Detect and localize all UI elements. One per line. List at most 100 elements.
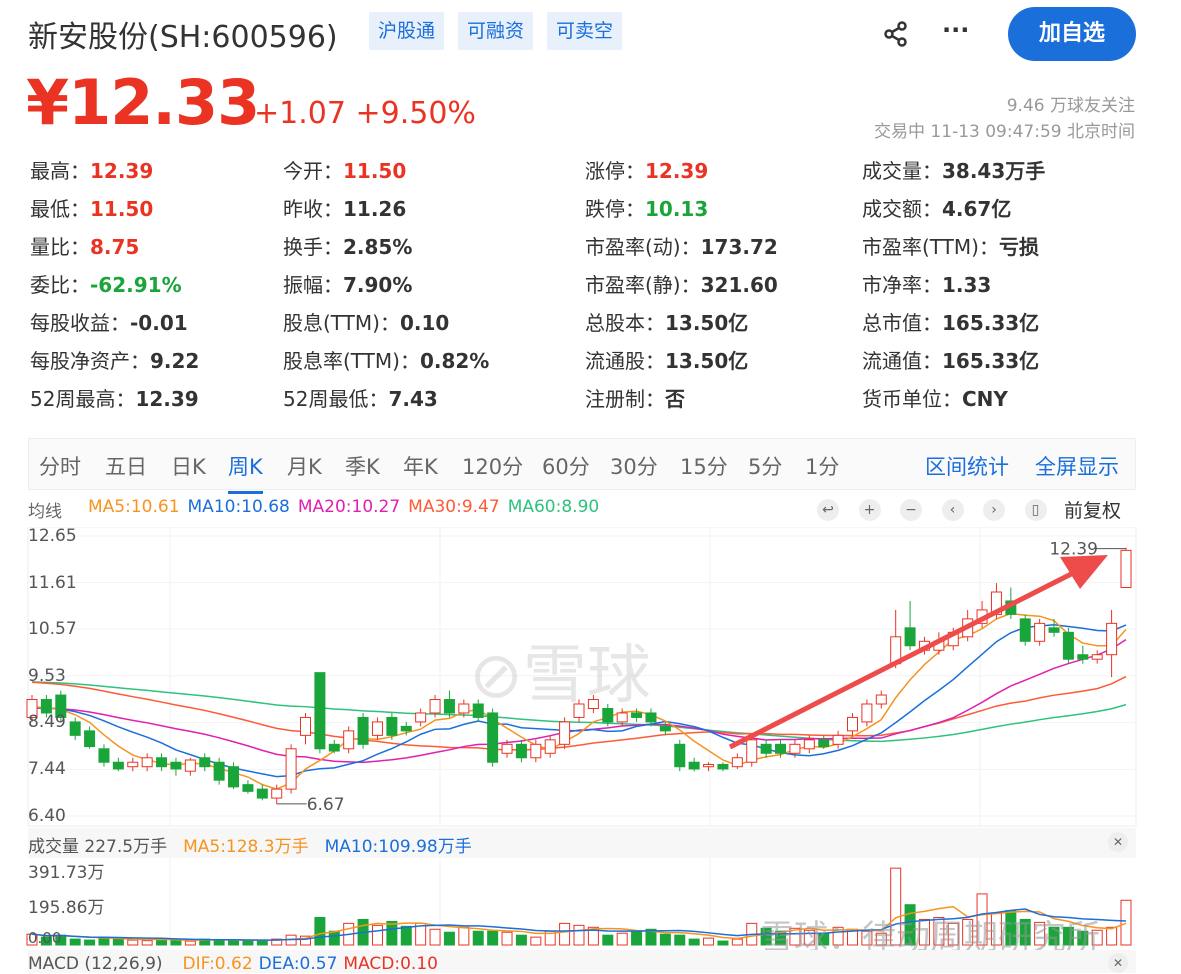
stat-label: 注册制： xyxy=(585,387,665,411)
stat-value: 0.82% xyxy=(419,349,490,373)
candle xyxy=(386,716,398,736)
tab-10[interactable]: 15分 xyxy=(680,451,728,481)
stat-label: 换手： xyxy=(283,235,343,259)
tab-0[interactable]: 分时 xyxy=(39,451,81,481)
stat-label: 委比： xyxy=(30,273,90,297)
volume-bar xyxy=(84,939,96,946)
tab-5[interactable]: 季K xyxy=(345,451,380,481)
stat-item: 流通值：165.33亿 xyxy=(862,345,1039,374)
candle xyxy=(544,739,556,754)
stat-item: 市盈率(动)：173.72 xyxy=(585,231,778,260)
ma-legend-item: MA60:8.90 xyxy=(507,497,600,517)
candle xyxy=(443,699,455,714)
candle xyxy=(1120,549,1132,589)
candle xyxy=(1106,622,1118,656)
candle xyxy=(717,763,729,770)
price-change: +1.07 +9.50% xyxy=(254,96,476,131)
tab-12[interactable]: 1分 xyxy=(805,451,839,481)
volume-bar xyxy=(314,916,326,946)
candle xyxy=(314,672,326,750)
tag-short[interactable]: 可卖空 xyxy=(547,12,623,50)
stat-value: 1.33 xyxy=(942,273,992,297)
stat-item: 市盈率(静)：321.60 xyxy=(585,269,778,298)
right-icon[interactable]: › xyxy=(983,499,1005,521)
volume-bar xyxy=(141,940,153,946)
zoom-in-icon[interactable]: + xyxy=(858,499,881,521)
candle xyxy=(904,627,916,647)
kline-chart[interactable]: ⊘雪球12.396.67 xyxy=(0,527,1181,973)
left-icon[interactable]: ‹ xyxy=(941,499,964,521)
candle xyxy=(199,757,211,768)
interval-stats-link[interactable]: 区间统计 xyxy=(925,451,1009,481)
candle xyxy=(69,721,81,736)
stat-item: 每股净资产：9.22 xyxy=(30,345,199,374)
watermark-logo: ⊘雪球 xyxy=(469,639,651,713)
volume-bar xyxy=(400,925,412,946)
candle xyxy=(674,743,686,768)
ma-legend-item: MA5:10.61 xyxy=(88,497,180,517)
stat-label: 货币单位： xyxy=(862,387,962,411)
tab-9[interactable]: 30分 xyxy=(610,451,658,481)
stat-item: 注册制：否 xyxy=(585,383,685,412)
candle xyxy=(300,716,311,736)
stat-item: 委比：-62.91% xyxy=(30,269,182,298)
candle xyxy=(213,761,225,781)
stat-item: 今开：11.50 xyxy=(283,155,406,184)
stat-value: 否 xyxy=(665,387,685,411)
candle xyxy=(271,788,283,799)
candle xyxy=(515,743,527,759)
candle xyxy=(1062,631,1074,660)
volume-bar xyxy=(674,934,686,946)
stat-label: 股息(TTM)： xyxy=(283,311,400,335)
zoom-out-icon[interactable]: − xyxy=(900,499,922,521)
close-volume-icon[interactable]: ✕ xyxy=(1108,832,1128,852)
tab-8[interactable]: 60分 xyxy=(542,451,590,481)
candle-icon[interactable]: ▯ xyxy=(1024,499,1047,521)
volume-bar xyxy=(184,940,196,946)
candle xyxy=(141,757,153,768)
annotation-arrow-head xyxy=(1060,555,1108,589)
candle xyxy=(98,748,110,763)
candle xyxy=(818,739,830,748)
tab-3[interactable]: 周K xyxy=(228,451,263,494)
tab-1[interactable]: 五日 xyxy=(105,451,147,481)
candle xyxy=(184,759,196,772)
tab-6[interactable]: 年K xyxy=(403,451,438,481)
add-watchlist-button[interactable]: 加自选 xyxy=(1008,7,1136,61)
stat-value: 8.75 xyxy=(90,235,140,259)
tag-margin[interactable]: 可融资 xyxy=(458,12,534,50)
stat-label: 总市值： xyxy=(862,311,942,335)
stat-value: 4.67亿 xyxy=(942,197,1012,221)
stat-value: 13.50亿 xyxy=(665,311,749,335)
tab-11[interactable]: 5分 xyxy=(748,451,782,481)
volume-bar xyxy=(371,924,383,946)
stat-item: 昨收：11.26 xyxy=(283,193,406,222)
volume-bar xyxy=(1120,899,1132,946)
volume-bar xyxy=(69,938,81,946)
adjust-select[interactable]: 前复权 xyxy=(1064,496,1121,523)
ma-legend-label: 均线 xyxy=(28,502,62,522)
more-icon[interactable]: ··· xyxy=(942,16,969,44)
stat-value: 10.13 xyxy=(645,197,709,221)
candle xyxy=(472,703,484,718)
stat-value: 9.22 xyxy=(150,349,200,373)
stat-label: 52周最低： xyxy=(283,387,389,411)
stat-item: 换手：2.85% xyxy=(283,231,412,260)
volume-bar xyxy=(631,930,643,946)
tab-4[interactable]: 月K xyxy=(287,451,322,481)
fullscreen-link[interactable]: 全屏显示 xyxy=(1035,451,1119,481)
stat-value: 165.33亿 xyxy=(942,349,1040,373)
volume-bar xyxy=(501,931,513,946)
tab-7[interactable]: 120分 xyxy=(462,451,523,481)
stat-label: 量比： xyxy=(30,235,90,259)
volume-label: 成交量 227.5万手 xyxy=(28,837,168,857)
undo-icon[interactable]: ↩ xyxy=(817,499,839,521)
stat-item: 最高：12.39 xyxy=(30,155,153,184)
tag-hgt[interactable]: 沪股通 xyxy=(369,12,445,50)
stat-label: 市净率： xyxy=(862,273,942,297)
close-macd-icon[interactable]: ✕ xyxy=(1108,953,1128,973)
tab-2[interactable]: 日K xyxy=(171,451,206,481)
share-icon[interactable] xyxy=(882,20,910,52)
stat-value: 亏损 xyxy=(998,235,1039,259)
vol-tick-mid: 195.86万 xyxy=(28,898,105,918)
